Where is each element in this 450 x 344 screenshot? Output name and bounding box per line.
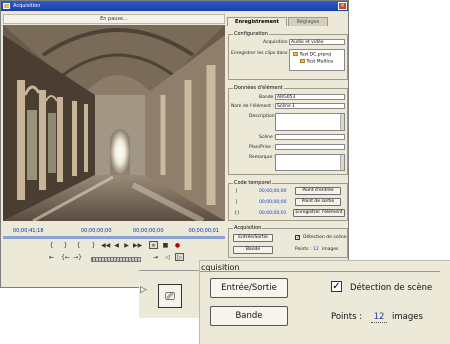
duration-timecode: 00;00;00;01: [188, 228, 219, 234]
app-icon: [3, 3, 10, 9]
step-back-icon[interactable]: ◀: [112, 242, 121, 250]
zoom-side-strip: ▷ ⎚: [139, 270, 199, 318]
duration-timecode-field[interactable]: 00;00;00;01: [259, 211, 286, 216]
fast-forward-icon[interactable]: ▶▶: [133, 242, 142, 250]
out-mark: }: [235, 200, 238, 205]
zoom-scene-detect-checkbox[interactable]: ✓: [331, 281, 342, 292]
description-scrollbar[interactable]: [340, 114, 344, 130]
acquisition-select[interactable]: Audio et vidéo: [289, 39, 345, 45]
capture-zoom-inset: cquisition Entrée/Sortie Bande ✓ Détecti…: [199, 260, 450, 344]
close-icon[interactable]: ×: [338, 2, 347, 10]
shuttle-left-icon[interactable]: {←: [61, 254, 70, 262]
scene-detect-label: Détection de scène: [303, 235, 347, 240]
film-frame-icon[interactable]: ⎚: [158, 284, 182, 308]
pause-icon[interactable]: ⏸: [149, 241, 158, 249]
points-label: Points :: [295, 247, 312, 252]
capture-window: Acquisition × En pause... 00;00;41;18 00…: [0, 0, 349, 288]
acquisition-label: Acquisition :: [263, 40, 291, 45]
clip-data-title: Données d'élément: [233, 85, 284, 91]
acquisition-value: Audio et vidéo: [291, 40, 324, 45]
comment-label: Remarque :: [249, 155, 276, 160]
go-end-icon[interactable]: ⇥: [151, 254, 160, 262]
prev-scene-icon[interactable]: ◁: [163, 254, 172, 262]
title-bar: Acquisition ×: [1, 1, 348, 11]
scene-prev-icon[interactable]: ▷: [140, 285, 152, 297]
tree-item-bin[interactable]: Test Multica: [290, 58, 344, 64]
rewind-icon[interactable]: ◀◀: [101, 242, 110, 250]
set-out-button[interactable]: }: [61, 242, 70, 250]
tree-item-project[interactable]: Test DC.prproj: [290, 50, 344, 58]
panel-tabs: Enregistrement Réglages: [227, 17, 347, 26]
save-clips-label: Enregistrer les clips dans :: [231, 51, 291, 56]
scene-label: Scène :: [259, 135, 276, 140]
next-scene-icon[interactable]: ▷: [175, 253, 184, 261]
monitor-status: En pause...: [3, 14, 225, 24]
log-clip-button[interactable]: Enregistrer l'élément: [293, 209, 345, 217]
tab-logging[interactable]: Enregistrement: [227, 17, 287, 26]
clip-name-value: Scène 1: [277, 104, 296, 109]
comment-scrollbar[interactable]: [340, 155, 344, 170]
window-title: Acquisition: [13, 3, 41, 9]
zoom-scene-detect-label: Détection de scène: [350, 283, 433, 293]
zoom-points-label: Points :: [331, 312, 363, 322]
play-icon[interactable]: ▶: [122, 242, 131, 250]
go-out-button[interactable]: }: [89, 242, 98, 250]
tree-item-project-label: Test DC.prproj: [299, 52, 332, 58]
comment-field[interactable]: [275, 154, 345, 171]
description-label: Description :: [249, 114, 278, 119]
tape-name-value: ARG053: [277, 95, 296, 100]
record-icon[interactable]: ●: [173, 242, 182, 250]
duration-mark: {}: [234, 211, 240, 216]
scrub-bar[interactable]: [3, 236, 225, 239]
set-out-point-button[interactable]: Point de sortie: [295, 198, 341, 206]
capture-title: Acquisition: [233, 225, 263, 231]
configuration-title: Configuration: [233, 31, 269, 37]
set-in-point-button[interactable]: Point d'entrée: [295, 187, 341, 195]
zoom-group-border: [200, 271, 440, 272]
timecode-group: Code temporel { 00;00;00;00 Point d'entr…: [228, 180, 348, 221]
clip-name-field[interactable]: Scène 1: [275, 103, 345, 109]
go-in-button[interactable]: {: [74, 242, 83, 250]
tree-item-bin-label: Test Multica: [306, 59, 333, 64]
zoom-points-value[interactable]: 12: [371, 312, 387, 323]
scene-field[interactable]: [275, 134, 345, 140]
cloister-image: [3, 25, 225, 221]
description-field[interactable]: [275, 113, 345, 131]
zoom-tape-button[interactable]: Bande: [210, 306, 288, 326]
capture-in-out-button[interactable]: Entrée/Sortie: [233, 234, 273, 242]
go-start-icon[interactable]: ⇤: [47, 254, 56, 262]
out-timecode: 00;00;00;00: [133, 228, 164, 234]
timecode-bar: 00;00;41;18 00;00;00;00 00;00;00;00 00;0…: [3, 228, 225, 236]
jog-slider[interactable]: [91, 257, 141, 262]
tape-name-label: Bande :: [259, 95, 277, 100]
tab-settings[interactable]: Réglages: [288, 17, 328, 26]
points-unit: images: [322, 247, 339, 252]
in-timecode: 00;00;00;00: [81, 228, 112, 234]
clip-data-group: Données d'élément Bande : ARG053 Nom de …: [228, 85, 348, 175]
stop-icon[interactable]: ■: [161, 242, 170, 250]
clip-name-label: Nom de l'élément :: [231, 104, 274, 109]
configuration-group: Configuration Acquisition : Audio et vid…: [228, 31, 348, 80]
scene-detect-checkbox[interactable]: ✓: [295, 235, 300, 241]
zoom-points-unit: images: [392, 312, 423, 322]
folder-icon: [300, 58, 305, 63]
out-point-timecode[interactable]: 00;00;00;00: [259, 200, 286, 205]
shuttle-right-icon[interactable]: →}: [73, 254, 82, 262]
project-icon: [293, 52, 298, 56]
zoom-in-out-button[interactable]: Entrée/Sortie: [210, 278, 288, 298]
capture-tape-button[interactable]: Bande: [233, 246, 273, 254]
timecode-title: Code temporel: [233, 180, 272, 186]
set-in-button[interactable]: {: [47, 242, 56, 250]
bin-tree[interactable]: Test DC.prproj Test Multica: [289, 49, 345, 71]
in-point-timecode[interactable]: 00;00;00;00: [259, 189, 286, 194]
shot-take-field[interactable]: [275, 144, 345, 150]
capture-group: Acquisition Entrée/Sortie Bande ✓ Détect…: [228, 225, 348, 258]
tape-name-field[interactable]: ARG053: [275, 94, 345, 100]
shot-take-label: Plan/Prise :: [249, 145, 274, 150]
points-value[interactable]: 12: [313, 247, 319, 252]
in-mark: {: [235, 189, 238, 194]
video-preview: [3, 25, 225, 221]
current-timecode: 00;00;41;18: [13, 228, 44, 234]
